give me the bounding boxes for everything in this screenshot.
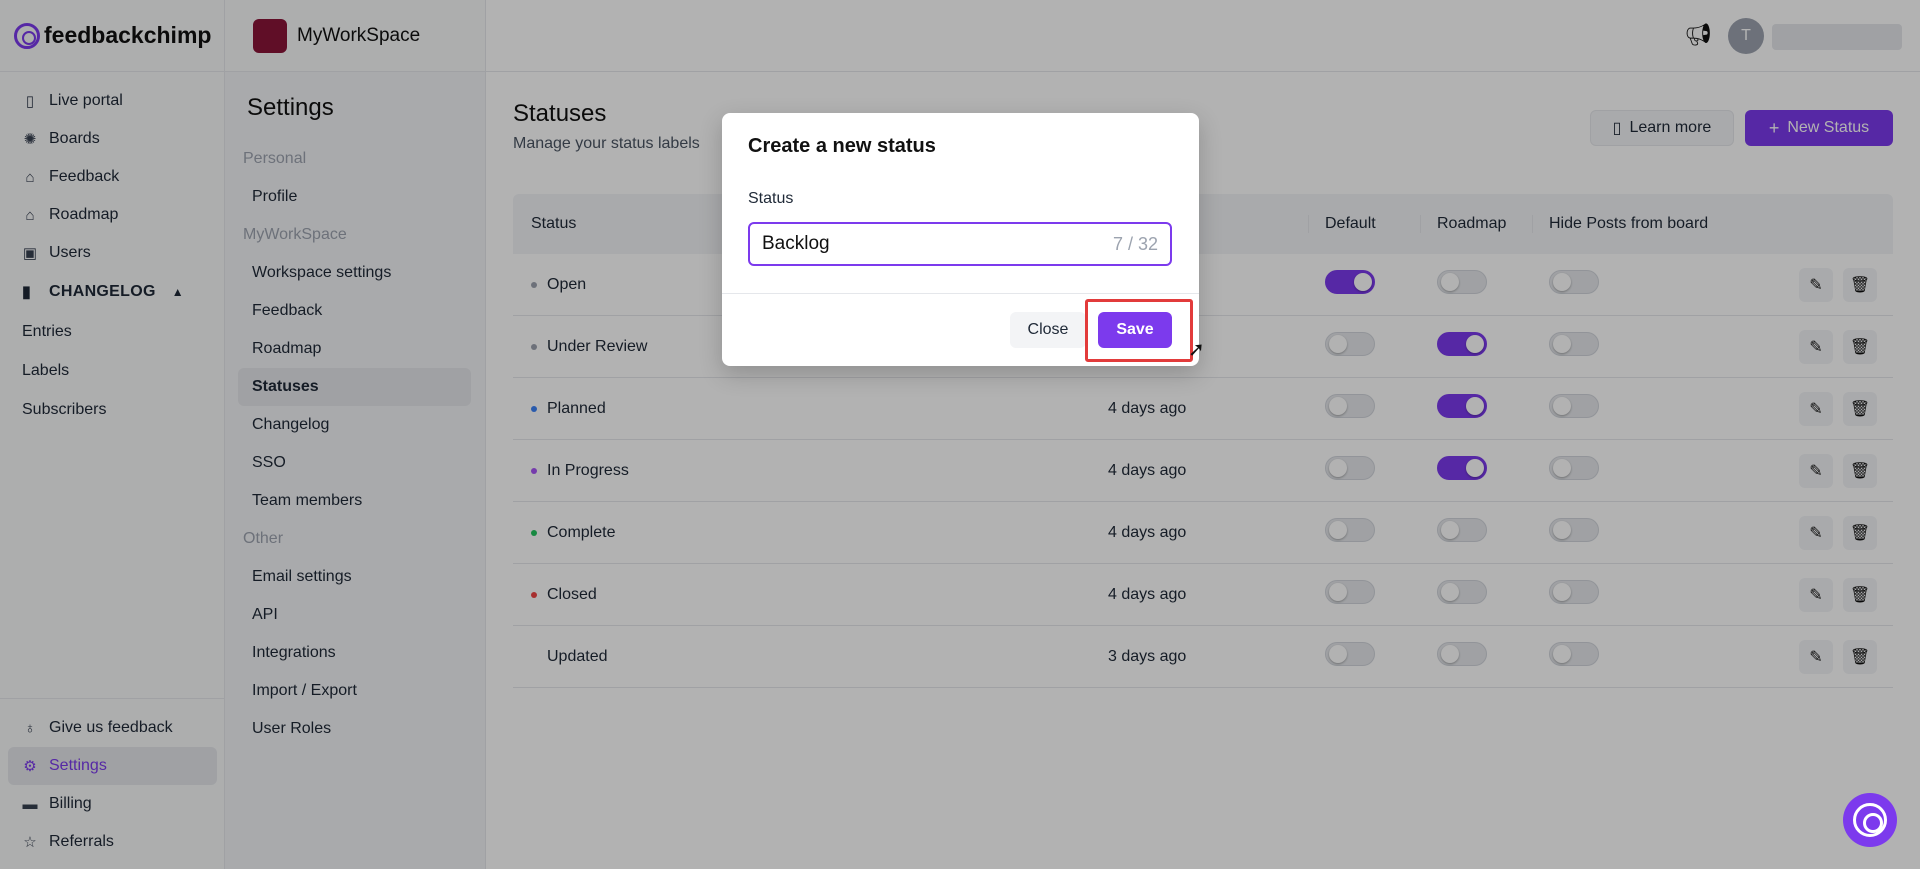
char-counter: 7 / 32 (1112, 233, 1158, 254)
close-button[interactable]: Close (1010, 312, 1086, 348)
status-name-value: Backlog (762, 233, 830, 254)
save-highlight-box (1085, 299, 1193, 362)
mouse-cursor-icon: ➚ (1188, 339, 1205, 361)
status-field-label: Status (748, 190, 794, 207)
status-name-input[interactable]: Backlog 7 / 32 (748, 222, 1172, 266)
modal-title: Create a new status (748, 135, 936, 157)
target-icon (1853, 803, 1887, 837)
help-widget-button[interactable] (1843, 793, 1897, 847)
modal-divider (722, 293, 1199, 294)
